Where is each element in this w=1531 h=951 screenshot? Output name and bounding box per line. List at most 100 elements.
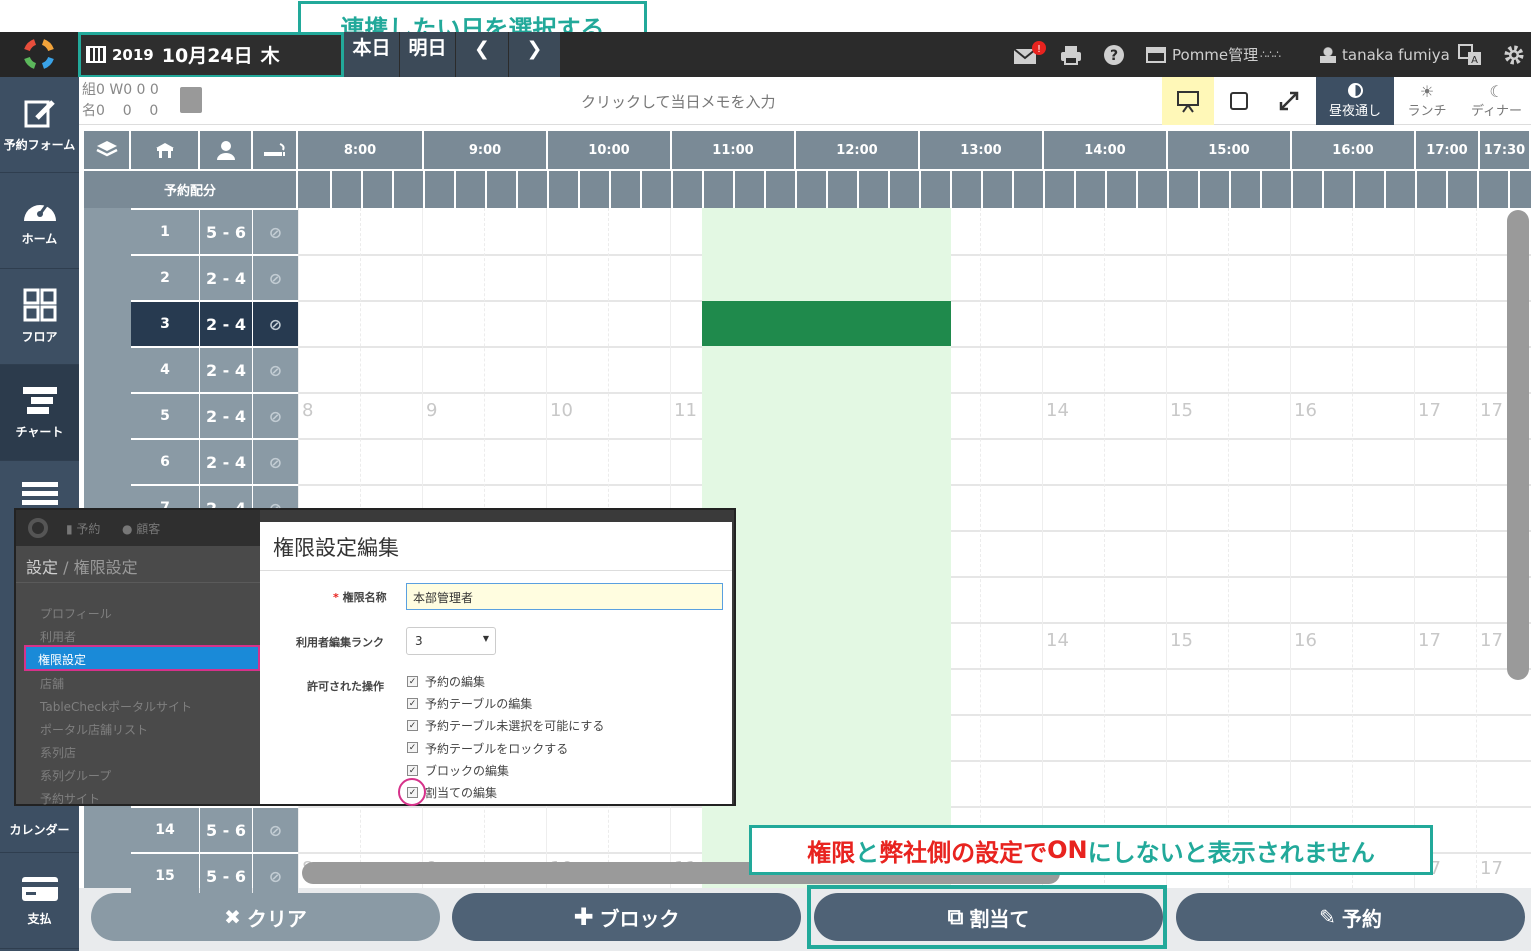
op-checkbox-table-unselect[interactable]: ✓: [407, 720, 418, 731]
time-slot-divider: [1446, 171, 1448, 208]
smoking-icon[interactable]: [253, 131, 298, 169]
time-header-cell: 10:00: [548, 131, 672, 169]
op-checkbox-table-edit[interactable]: ✓: [407, 698, 418, 709]
side-link-profile[interactable]: プロフィール: [40, 605, 112, 622]
nav-link-customer[interactable]: ● 顧客: [122, 520, 160, 537]
table-number-cell[interactable]: 3: [131, 302, 199, 346]
selected-assignment-bar[interactable]: [702, 301, 951, 346]
time-header-cell: 9:00: [424, 131, 548, 169]
background-hour-number: 14: [1046, 400, 1069, 421]
time-header-cell: 16:00: [1292, 131, 1416, 169]
table-capacity-cell: 5 - 6: [200, 808, 252, 852]
day-all-button[interactable]: 昼夜通し: [1316, 77, 1394, 125]
background-hour-number: 16: [1294, 630, 1317, 651]
person-icon[interactable]: [200, 131, 253, 169]
assign-edit-highlight-circle: [398, 778, 426, 806]
nav-item-chart[interactable]: チャート: [0, 365, 79, 461]
clipboard-icon[interactable]: [180, 87, 202, 113]
day-memo-input[interactable]: クリックして当日メモを入力: [581, 91, 776, 112]
permission-name-label: * 権限名称: [333, 591, 387, 604]
table-icon[interactable]: [131, 131, 200, 169]
layers-icon[interactable]: [84, 131, 131, 169]
prev-day-button[interactable]: ❮: [456, 32, 509, 77]
count-summary: 組0 W0 0 0 名0 0 0: [82, 82, 159, 119]
time-header-cell: 17:30: [1480, 131, 1531, 169]
date-highlight-box: [78, 32, 344, 78]
op-checkbox-table-lock[interactable]: ✓: [407, 742, 418, 753]
rank-select[interactable]: 3 ▼: [406, 627, 496, 655]
vertical-scrollbar[interactable]: [1507, 210, 1529, 680]
language-icon[interactable]: A: [1458, 32, 1482, 77]
no-smoking-icon: ⊘: [253, 348, 298, 392]
background-hour-number: 15: [1170, 400, 1193, 421]
nav-item-payment[interactable]: 支払: [0, 853, 79, 949]
side-link-permission[interactable]: 権限設定: [24, 645, 260, 671]
app-root: 連携したい日を選択する 2019 10月24日 木 本日 明日 ❮ ❯ ! ? …: [0, 0, 1531, 951]
tomorrow-button[interactable]: 明日: [400, 32, 456, 77]
time-slot-divider: [1322, 171, 1324, 208]
background-hour-number: 15: [1170, 630, 1193, 651]
permission-name-input[interactable]: 本部管理者: [406, 583, 723, 610]
side-link-reserve-site[interactable]: 予約サイト: [40, 790, 100, 807]
time-slot-divider: [1508, 171, 1510, 208]
print-icon[interactable]: [1059, 32, 1083, 77]
table-number-cell[interactable]: 4: [131, 348, 199, 392]
block-button[interactable]: ✚ ブロック: [452, 893, 801, 941]
nav-item-home[interactable]: ホーム: [0, 173, 79, 269]
table-number-cell[interactable]: 14: [131, 808, 199, 852]
dinner-button[interactable]: ☾ ディナー: [1462, 77, 1531, 125]
sun-icon: ☀: [1419, 81, 1435, 101]
op-label: ブロックの編集: [425, 764, 510, 778]
help-icon[interactable]: ?: [1103, 32, 1125, 77]
grid-hour-line: [1166, 208, 1167, 888]
grid-half-line: [1352, 208, 1353, 888]
table-number-cell[interactable]: 15: [131, 854, 199, 898]
clear-button[interactable]: ✖ クリア: [91, 893, 440, 941]
caret-down-icon: ▼: [482, 634, 489, 643]
time-slot-divider: [485, 171, 487, 208]
side-link-store[interactable]: 店舗: [40, 675, 64, 692]
op-checkbox-reserve-edit[interactable]: ✓: [407, 676, 418, 687]
side-link-users[interactable]: 利用者: [40, 628, 76, 645]
time-slot-divider: [950, 171, 952, 208]
nav-link-reserve[interactable]: ▮ 予約: [66, 520, 100, 537]
op-checkbox-block-edit[interactable]: ✓: [407, 765, 418, 776]
table-number-cell[interactable]: 2: [131, 256, 199, 300]
expand-button[interactable]: [1265, 77, 1313, 125]
time-header-cell: 11:00: [672, 131, 796, 169]
people-icon: ●: [122, 522, 137, 536]
side-link-portal-list[interactable]: ポータル店舗リスト: [40, 721, 148, 738]
time-header-cell: 8:00: [298, 131, 424, 169]
today-button[interactable]: 本日: [344, 32, 400, 77]
nav-item-calendar[interactable]: カレンダー: [0, 807, 79, 853]
gear-icon[interactable]: [1503, 32, 1525, 77]
side-link-affiliate[interactable]: 系列店: [40, 744, 76, 761]
side-link-portal-site[interactable]: TableCheckポータルサイト: [40, 698, 192, 715]
assign-highlight-box: [807, 885, 1167, 949]
nav-item-list[interactable]: [0, 461, 79, 511]
time-slot-divider: [826, 171, 828, 208]
table-number-cell[interactable]: 6: [131, 440, 199, 484]
presentation-view-button[interactable]: [1162, 77, 1214, 125]
lunch-button[interactable]: ☀ ランチ: [1394, 77, 1460, 125]
app-logo[interactable]: [0, 32, 78, 77]
square-view-button[interactable]: [1215, 77, 1263, 125]
half-circle-icon: [1347, 83, 1363, 98]
reserve-button[interactable]: ✎ 予約: [1176, 893, 1525, 941]
svg-text:!: !: [1037, 44, 1041, 55]
next-day-button[interactable]: ❯: [509, 32, 561, 77]
mail-icon[interactable]: !: [1012, 32, 1046, 77]
background-hour-number: 17: [1418, 630, 1441, 651]
table-number-cell[interactable]: 5: [131, 394, 199, 438]
user-menu[interactable]: tanaka fumiya: [1320, 32, 1450, 77]
nav-item-reserve-form[interactable]: 予約フォーム: [0, 77, 79, 173]
time-slot-divider: [981, 171, 983, 208]
shop-selector[interactable]: Pomme管理 ∴∴∴: [1146, 32, 1281, 77]
chart-header: 8:00 9:00 10:00 11:00 12:00 13:00 14:00 15:00 16…: [84, 131, 1531, 169]
side-link-group[interactable]: 系列グループ: [40, 767, 111, 784]
nav-item-floor[interactable]: フロア: [0, 269, 79, 365]
background-hour-number: 17: [1480, 630, 1503, 651]
time-slot-divider: [1074, 171, 1076, 208]
table-number-cell[interactable]: 1: [131, 210, 199, 254]
grid-hour-line: [1042, 208, 1043, 888]
